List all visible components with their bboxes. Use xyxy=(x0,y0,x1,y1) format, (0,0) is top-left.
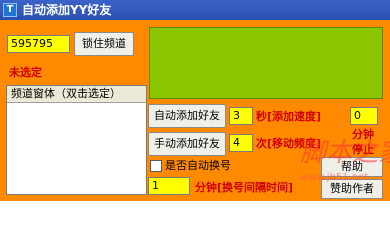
interval-input[interactable]: 1 xyxy=(148,177,190,195)
channel-window-list[interactable]: 频道窗体（双击选定） xyxy=(6,85,147,195)
app-icon: T xyxy=(3,3,17,17)
speed-input[interactable]: 3 xyxy=(229,107,253,125)
lock-channel-button[interactable]: 锁住频道 xyxy=(74,32,134,56)
list-header: 频道窗体（双击选定） xyxy=(7,86,146,103)
auto-switch-label: 是否自动换号 xyxy=(165,159,231,172)
channel-status: 未选定 xyxy=(9,66,42,79)
title-bar: T 自动添加YY好友 xyxy=(0,0,390,20)
stop-minutes-input[interactable]: 0 xyxy=(350,107,378,125)
display-panel xyxy=(149,27,383,99)
auto-switch-checkbox[interactable] xyxy=(150,160,162,172)
main-window: T 自动添加YY好友 595795 锁住频道 未选定 频道窗体（双击选定） 自动… xyxy=(0,0,390,201)
interval-label: 分钟[换号间隔时间] xyxy=(195,181,294,194)
channel-id-input[interactable]: 595795 xyxy=(7,35,70,53)
speed-label: 秒[添加速度] xyxy=(256,110,322,123)
manual-add-friend-button[interactable]: 手动添加好友 xyxy=(148,132,226,156)
watermark-logo: 脚本之家 xyxy=(300,138,390,168)
auto-add-friend-button[interactable]: 自动添加好友 xyxy=(148,104,226,128)
watermark-url: www.jb51.net xyxy=(300,172,369,183)
window-title: 自动添加YY好友 xyxy=(22,3,112,17)
frequency-input[interactable]: 4 xyxy=(229,134,253,152)
